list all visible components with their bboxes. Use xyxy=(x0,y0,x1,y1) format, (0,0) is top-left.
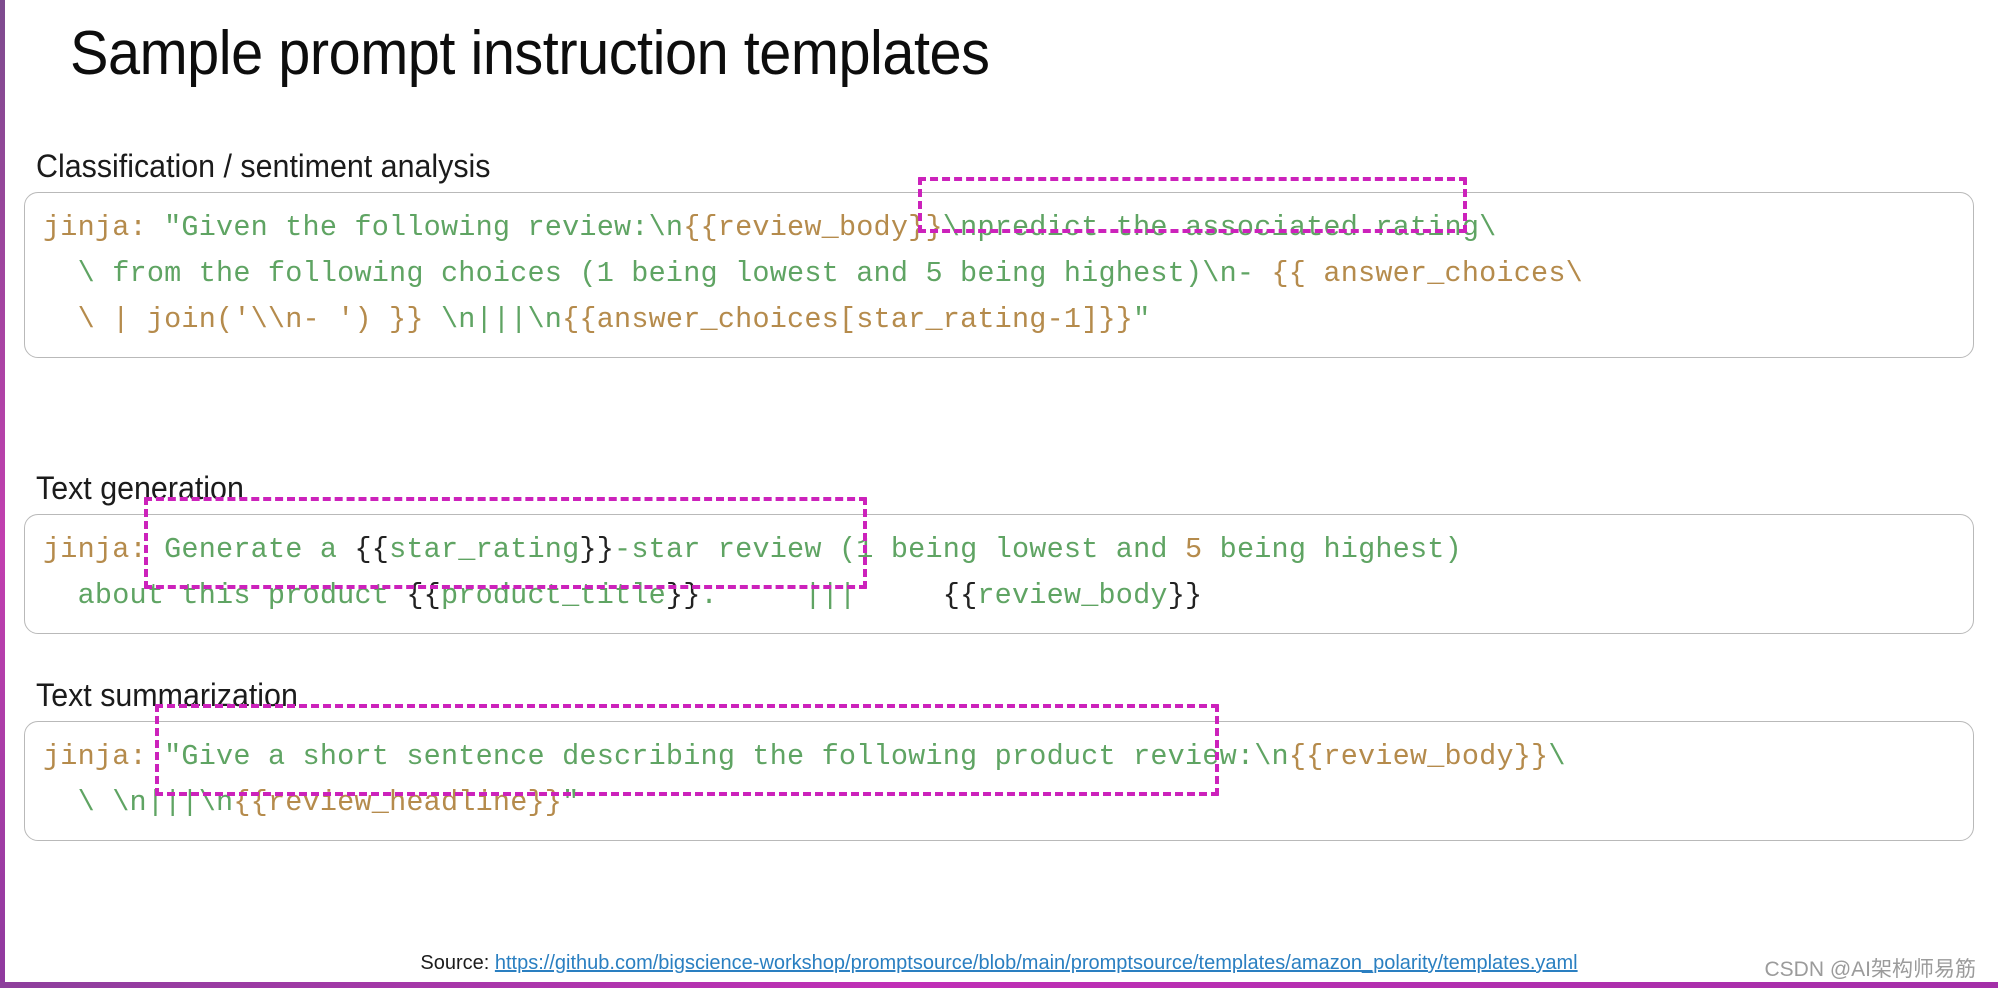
code-token: }} xyxy=(579,533,615,566)
section-label-text-generation: Text generation xyxy=(36,470,244,506)
code-token: product_title xyxy=(440,579,666,612)
section-classification: Classification / sentiment analysis jinj… xyxy=(24,148,1974,358)
code-line: jinja: "Give a short sentence describing… xyxy=(43,734,1955,780)
code-line: \ \n|||\n{{review_headline}}" xyxy=(43,780,1955,826)
code-token: . ||| xyxy=(700,579,943,612)
code-token: {{review_body}} xyxy=(1288,740,1549,773)
code-token: {{review_body}} xyxy=(683,211,943,244)
code-card-text-generation: jinja: Generate a {{star_rating}}-star r… xyxy=(24,497,1974,634)
code-token: about this product xyxy=(43,579,407,612)
code-line: jinja: "Given the following review:\n{{r… xyxy=(43,205,1955,251)
source-label: Source: xyxy=(420,952,490,974)
code-token: \ \n|||\n xyxy=(43,786,234,819)
section-text-generation: Text generation jinja: Generate a {{star… xyxy=(24,470,1974,634)
code-token: {{answer_choices[star_rating-1]}} xyxy=(562,303,1134,336)
code-token: {{ xyxy=(406,579,441,612)
code-token: " xyxy=(562,786,580,819)
code-line: about this product {{product_title}}. ||… xyxy=(43,573,1955,619)
code-line: \ from the following choices (1 being lo… xyxy=(43,251,1955,297)
code-token: being highest) xyxy=(1202,533,1462,566)
bottom-accent-bar xyxy=(0,982,1998,988)
code-token: " xyxy=(1133,303,1151,336)
code-token: Generate a xyxy=(164,533,355,566)
code-token: {{ xyxy=(354,533,390,566)
watermark: CSDN @AI架构师易筋 xyxy=(1764,958,1977,981)
code-card-text-summarization: jinja: "Give a short sentence describing… xyxy=(24,704,1974,841)
code-token: }} xyxy=(665,579,701,612)
code-token: {{ answer_choices\ xyxy=(1271,257,1583,290)
code-token: {{review_headline}} xyxy=(233,786,563,819)
code-token: \ | join('\\n- ') }} xyxy=(43,303,424,336)
section-label-text-summarization: Text summarization xyxy=(36,677,298,713)
section-label-classification: Classification / sentiment analysis xyxy=(36,148,491,184)
page-title: Sample prompt instruction templates xyxy=(70,19,990,88)
code-token: star_rating xyxy=(389,533,580,566)
code-line: jinja: Generate a {{star_rating}}-star r… xyxy=(43,527,1955,573)
footer-source: Source: https://github.com/bigscience-wo… xyxy=(0,952,1998,975)
code-token: jinja: xyxy=(43,211,165,244)
source-link[interactable]: https://github.com/bigscience-workshop/p… xyxy=(495,952,1578,974)
code-token: \npredict the associated rating\ xyxy=(942,211,1497,244)
code-token: "Give a short sentence describing the fo… xyxy=(164,740,1289,773)
code-token: {{ xyxy=(942,579,978,612)
code-token: -star review (1 being lowest and xyxy=(614,533,1186,566)
code-token: "Given the following review:\n xyxy=(164,211,684,244)
code-card-classification: jinja: "Given the following review:\n{{r… xyxy=(24,177,1974,358)
code-token: \ xyxy=(1548,740,1566,773)
code-token: 5 xyxy=(1185,533,1203,566)
code-token: \n|||\n xyxy=(423,303,563,336)
section-text-summarization: Text summarization jinja: "Give a short … xyxy=(24,677,1974,841)
code-line: \ | join('\\n- ') }} \n|||\n{{answer_cho… xyxy=(43,297,1955,343)
code-token: jinja: xyxy=(43,533,165,566)
code-token: review_body xyxy=(977,579,1168,612)
code-token: \ from the following choices (1 being lo… xyxy=(43,257,1272,290)
code-token: jinja: xyxy=(43,740,165,773)
code-token: }} xyxy=(1167,579,1203,612)
left-accent-bar xyxy=(0,0,5,988)
